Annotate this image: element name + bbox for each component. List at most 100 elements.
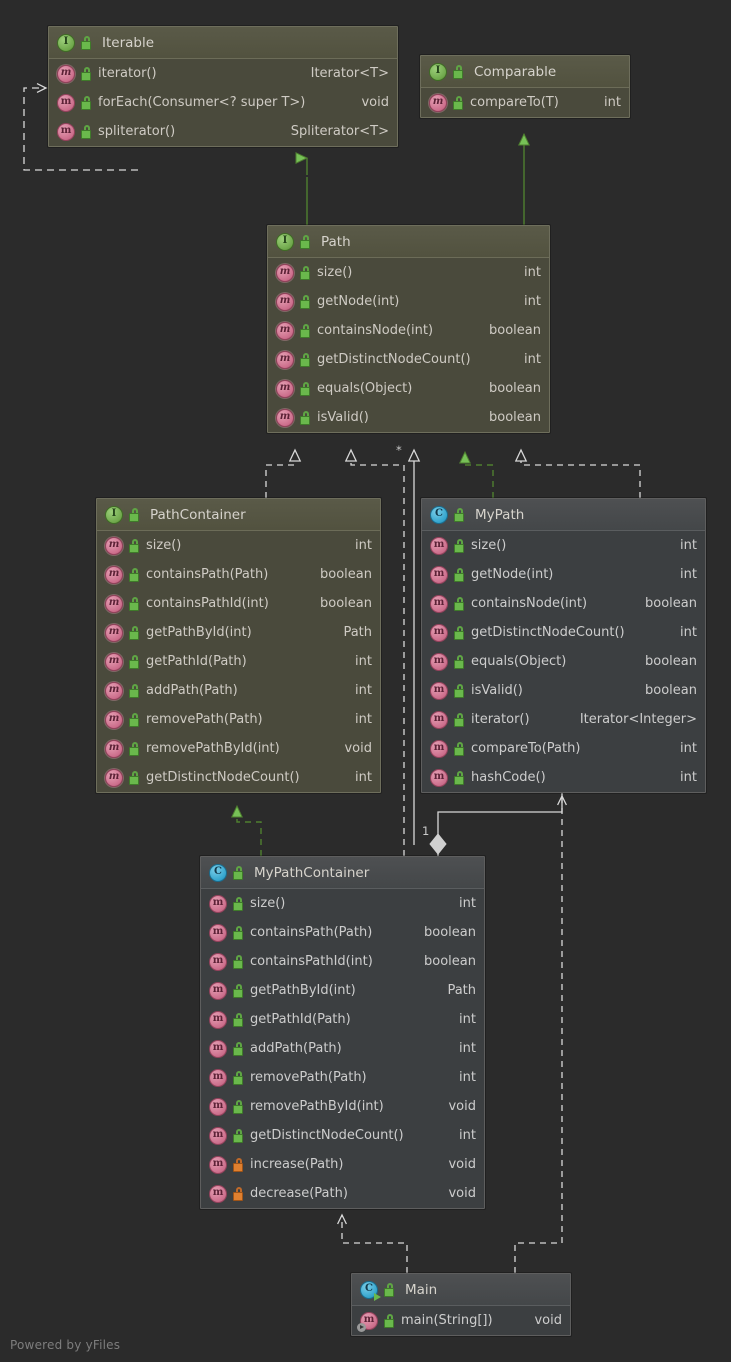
method-icon — [57, 93, 75, 112]
node-title: MyPathContainer — [254, 864, 370, 881]
uml-node-mypathcontainer[interactable]: MyPathContainer size() int containsPath(… — [200, 856, 485, 1209]
public-lock-icon — [383, 1313, 395, 1328]
member-name: getDistinctNodeCount() — [146, 770, 300, 785]
member-row[interactable]: containsNode(int) boolean — [422, 589, 705, 618]
interface-icon — [276, 232, 294, 251]
member-row[interactable]: removePathById(int) void — [201, 1092, 484, 1121]
public-lock-icon — [299, 381, 311, 396]
member-name: removePath(Path) — [146, 712, 263, 727]
member-row[interactable]: containsPathId(int) boolean — [97, 589, 380, 618]
uml-node-iterable[interactable]: Iterable iterator() Iterator<T> forEach(… — [48, 26, 398, 147]
member-row[interactable]: equals(Object) boolean — [422, 647, 705, 676]
method-icon — [430, 710, 448, 729]
public-lock-icon — [383, 1282, 395, 1297]
public-lock-icon — [128, 741, 140, 756]
member-name: containsPath(Path) — [250, 925, 373, 940]
uml-node-path[interactable]: Path size() int getNode(int) int contain… — [267, 225, 550, 433]
public-lock-icon — [299, 265, 311, 280]
member-name: getPathId(Path) — [146, 654, 247, 669]
uml-node-comparable[interactable]: Comparable compareTo(T) int — [420, 55, 630, 118]
public-lock-icon — [452, 64, 464, 79]
member-row[interactable]: containsNode(int) boolean — [268, 316, 549, 345]
member-type: boolean — [320, 567, 372, 582]
method-icon — [276, 379, 294, 398]
member-name: getDistinctNodeCount() — [471, 625, 625, 640]
member-row[interactable]: isValid() boolean — [268, 403, 549, 432]
node-title: Comparable — [474, 63, 557, 80]
method-icon — [430, 739, 448, 758]
member-row[interactable]: getPathById(int) Path — [97, 618, 380, 647]
member-row[interactable]: getNode(int) int — [422, 560, 705, 589]
member-row[interactable]: addPath(Path) int — [97, 676, 380, 705]
uml-node-pathcontainer[interactable]: PathContainer size() int containsPath(Pa… — [96, 498, 381, 793]
uml-node-mypath[interactable]: MyPath size() int getNode(int) int conta… — [421, 498, 706, 793]
method-icon — [105, 710, 123, 729]
member-row[interactable]: getDistinctNodeCount() int — [268, 345, 549, 374]
member-type: int — [459, 1012, 476, 1027]
member-name: getPathById(int) — [250, 983, 356, 998]
member-row[interactable]: forEach(Consumer<? super T>) void — [49, 88, 397, 117]
member-row[interactable]: getPathId(Path) int — [97, 647, 380, 676]
method-icon — [209, 1097, 227, 1116]
member-row[interactable]: addPath(Path) int — [201, 1034, 484, 1063]
member-row[interactable]: size() int — [268, 258, 549, 287]
member-list-pathcontainer: size() int containsPath(Path) boolean co… — [97, 531, 380, 792]
member-name: addPath(Path) — [250, 1041, 342, 1056]
member-row[interactable]: getPathById(int) Path — [201, 976, 484, 1005]
method-icon — [209, 1184, 227, 1203]
member-type: void — [361, 95, 389, 110]
public-lock-icon — [128, 654, 140, 669]
method-icon — [57, 64, 75, 83]
member-type: boolean — [645, 683, 697, 698]
public-lock-icon — [128, 507, 140, 522]
member-row[interactable]: getNode(int) int — [268, 287, 549, 316]
member-row[interactable]: equals(Object) boolean — [268, 374, 549, 403]
member-name: getPathById(int) — [146, 625, 252, 640]
interface-icon — [429, 62, 447, 81]
member-row[interactable]: getPathId(Path) int — [201, 1005, 484, 1034]
member-row[interactable]: removePathById(int) void — [97, 734, 380, 763]
member-row[interactable]: removePath(Path) int — [97, 705, 380, 734]
method-icon — [209, 1039, 227, 1058]
member-type: int — [524, 265, 541, 280]
member-row[interactable]: size() int — [97, 531, 380, 560]
member-row[interactable]: getDistinctNodeCount() int — [422, 618, 705, 647]
member-row[interactable]: size() int — [201, 889, 484, 918]
member-row[interactable]: iterator() Iterator<Integer> — [422, 705, 705, 734]
member-row[interactable]: spliterator() Spliterator<T> — [49, 117, 397, 146]
member-type: int — [459, 896, 476, 911]
class-icon — [209, 863, 227, 882]
member-type: int — [524, 294, 541, 309]
member-row[interactable]: hashCode() int — [422, 763, 705, 792]
member-row[interactable]: compareTo(T) int — [421, 88, 629, 117]
member-row[interactable]: containsPath(Path) boolean — [97, 560, 380, 589]
member-row[interactable]: getDistinctNodeCount() int — [97, 763, 380, 792]
public-lock-icon — [128, 567, 140, 582]
method-icon — [276, 350, 294, 369]
edge-label-multiplicity-one: 1 — [422, 824, 430, 838]
member-row[interactable]: increase(Path) void — [201, 1150, 484, 1179]
member-row[interactable]: isValid() boolean — [422, 676, 705, 705]
member-row[interactable]: getDistinctNodeCount() int — [201, 1121, 484, 1150]
public-lock-icon — [232, 925, 244, 940]
node-header-comparable: Comparable — [421, 56, 629, 88]
public-lock-icon — [128, 712, 140, 727]
public-lock-icon — [453, 625, 465, 640]
edge-pathcontainer-realizes-path — [265, 450, 295, 498]
member-list-mypath: size() int getNode(int) int containsNode… — [422, 531, 705, 792]
member-row[interactable]: main(String[]) void — [352, 1306, 570, 1335]
method-icon — [105, 652, 123, 671]
member-row[interactable]: containsPath(Path) boolean — [201, 918, 484, 947]
member-row[interactable]: compareTo(Path) int — [422, 734, 705, 763]
public-lock-icon — [299, 410, 311, 425]
public-lock-icon — [299, 234, 311, 249]
member-row[interactable]: containsPathId(int) boolean — [201, 947, 484, 976]
public-lock-icon — [128, 683, 140, 698]
member-row[interactable]: removePath(Path) int — [201, 1063, 484, 1092]
private-lock-icon — [232, 1157, 244, 1172]
member-row[interactable]: decrease(Path) void — [201, 1179, 484, 1208]
member-row[interactable]: iterator() Iterator<T> — [49, 59, 397, 88]
member-row[interactable]: size() int — [422, 531, 705, 560]
uml-node-main[interactable]: Main main(String[]) void — [351, 1273, 571, 1336]
member-name: decrease(Path) — [250, 1186, 348, 1201]
